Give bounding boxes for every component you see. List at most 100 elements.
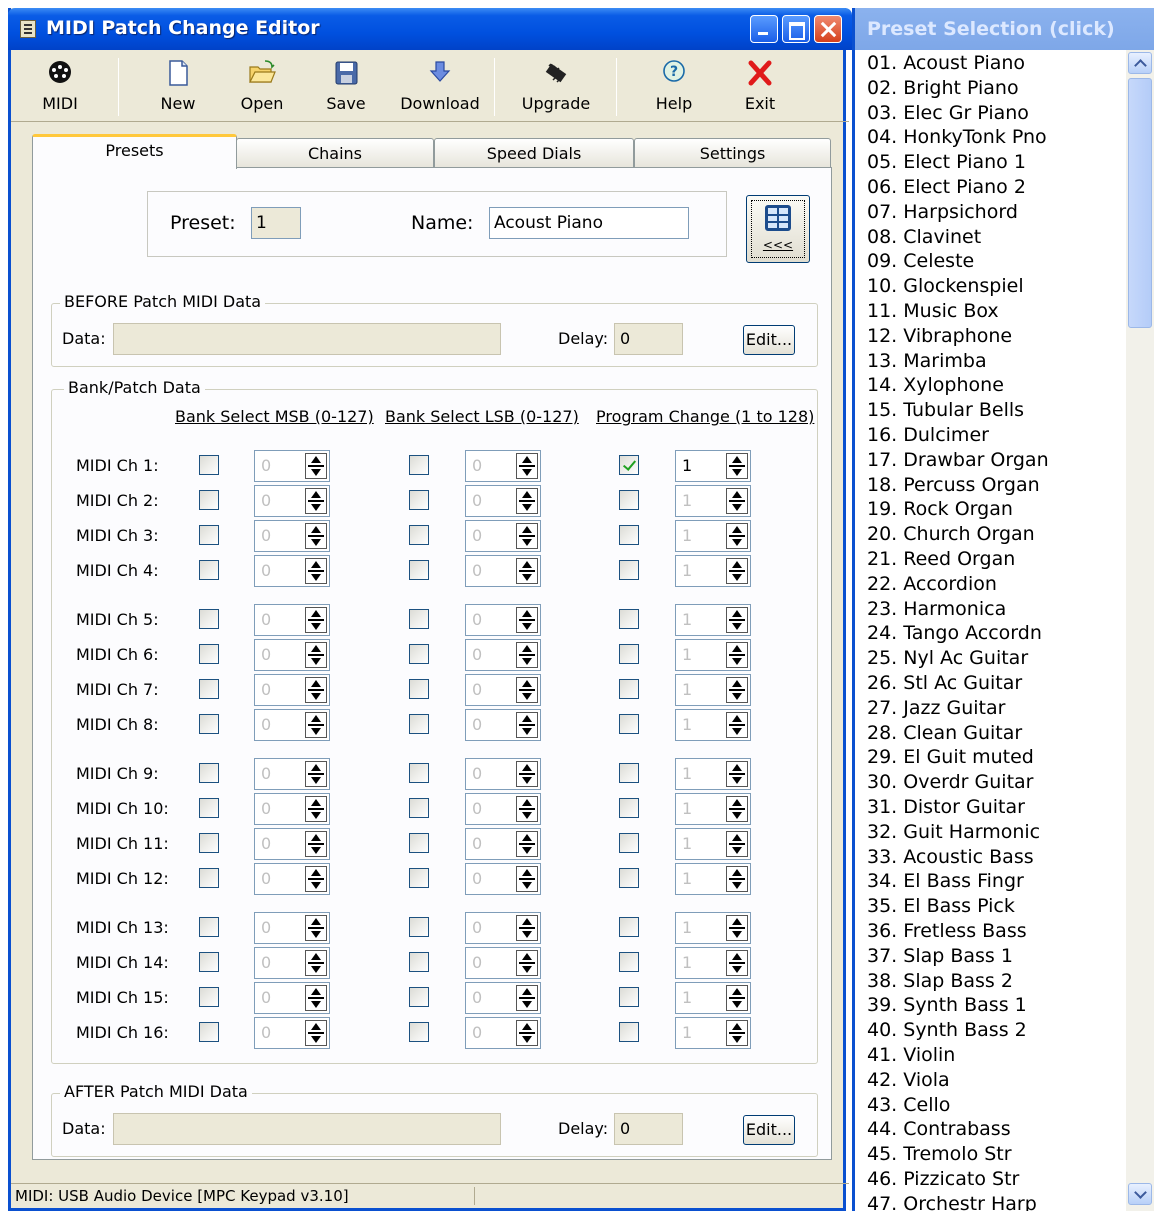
preset-list-item[interactable]: 33. Acoustic Bass [867, 846, 1034, 868]
spin-up-down-icon[interactable] [726, 607, 748, 633]
before-data-field[interactable] [113, 323, 501, 355]
spin-up-down-icon[interactable] [726, 831, 748, 857]
lsb-enable-checkbox[interactable] [409, 868, 429, 888]
tab-speed-dials[interactable]: Speed Dials [434, 138, 634, 168]
program-change-checkbox[interactable] [619, 763, 639, 783]
lsb-spinner[interactable]: 0 [465, 828, 541, 860]
lsb-spinner[interactable]: 0 [465, 604, 541, 636]
spin-up-down-icon[interactable] [516, 677, 538, 703]
spin-up-down-icon[interactable] [516, 642, 538, 668]
program-change-checkbox[interactable] [619, 609, 639, 629]
program-change-checkbox[interactable] [619, 868, 639, 888]
spin-up-down-icon[interactable] [305, 796, 327, 822]
preset-list-item[interactable]: 38. Slap Bass 2 [867, 970, 1013, 992]
save-button[interactable]: Save [311, 52, 381, 118]
spin-up-down-icon[interactable] [726, 488, 748, 514]
preset-list-item[interactable]: 12. Vibraphone [867, 325, 1012, 347]
lsb-enable-checkbox[interactable] [409, 525, 429, 545]
spin-up-down-icon[interactable] [305, 712, 327, 738]
lsb-spinner[interactable]: 0 [465, 912, 541, 944]
preset-list-item[interactable]: 13. Marimba [867, 350, 987, 372]
program-change-checkbox[interactable] [619, 490, 639, 510]
preset-list-item[interactable]: 40. Synth Bass 2 [867, 1019, 1027, 1041]
lsb-spinner[interactable]: 0 [465, 450, 541, 482]
lsb-enable-checkbox[interactable] [409, 917, 429, 937]
midi-button[interactable]: MIDI [25, 52, 95, 118]
spin-up-down-icon[interactable] [726, 761, 748, 787]
program-change-spinner[interactable]: 1 [675, 485, 751, 517]
msb-spinner[interactable]: 0 [254, 793, 330, 825]
msb-spinner[interactable]: 0 [254, 674, 330, 706]
maximize-button[interactable] [782, 15, 810, 43]
msb-spinner[interactable]: 0 [254, 520, 330, 552]
spin-up-down-icon[interactable] [516, 761, 538, 787]
spin-up-down-icon[interactable] [305, 642, 327, 668]
preset-list-item[interactable]: 11. Music Box [867, 300, 999, 322]
program-change-checkbox[interactable] [619, 987, 639, 1007]
lsb-enable-checkbox[interactable] [409, 714, 429, 734]
spin-up-down-icon[interactable] [726, 677, 748, 703]
preset-list-item[interactable]: 06. Elect Piano 2 [867, 176, 1026, 198]
preset-list-item[interactable]: 23. Harmonica [867, 598, 1006, 620]
lsb-spinner[interactable]: 0 [465, 982, 541, 1014]
program-change-checkbox[interactable] [619, 714, 639, 734]
lsb-spinner[interactable]: 0 [465, 758, 541, 790]
spin-up-down-icon[interactable] [726, 523, 748, 549]
spin-up-down-icon[interactable] [516, 985, 538, 1011]
spin-up-down-icon[interactable] [516, 523, 538, 549]
lsb-spinner[interactable]: 0 [465, 485, 541, 517]
tab-presets[interactable]: Presets [32, 134, 237, 169]
lsb-enable-checkbox[interactable] [409, 952, 429, 972]
lsb-spinner[interactable]: 0 [465, 1017, 541, 1049]
lsb-enable-checkbox[interactable] [409, 1022, 429, 1042]
title-bar[interactable]: MIDI Patch Change Editor [8, 8, 852, 50]
lsb-spinner[interactable]: 0 [465, 863, 541, 895]
msb-enable-checkbox[interactable] [199, 679, 219, 699]
preset-list-item[interactable]: 31. Distor Guitar [867, 796, 1025, 818]
msb-enable-checkbox[interactable] [199, 952, 219, 972]
msb-enable-checkbox[interactable] [199, 525, 219, 545]
preset-list-item[interactable]: 02. Bright Piano [867, 77, 1019, 99]
program-change-checkbox[interactable] [619, 798, 639, 818]
preset-list-item[interactable]: 44. Contrabass [867, 1118, 1011, 1140]
lsb-spinner[interactable]: 0 [465, 709, 541, 741]
preset-list-item[interactable]: 19. Rock Organ [867, 498, 1013, 520]
preset-list-item[interactable]: 42. Viola [867, 1069, 950, 1091]
program-change-spinner[interactable]: 1 [675, 793, 751, 825]
preset-list-item[interactable]: 04. HonkyTonk Pno [867, 126, 1047, 148]
lsb-enable-checkbox[interactable] [409, 798, 429, 818]
spin-up-down-icon[interactable] [726, 453, 748, 479]
preset-list-item[interactable]: 16. Dulcimer [867, 424, 989, 446]
msb-enable-checkbox[interactable] [199, 490, 219, 510]
upgrade-button[interactable]: Upgrade [516, 52, 596, 118]
preset-list-item[interactable]: 24. Tango Accordn [867, 622, 1042, 644]
preset-list-item[interactable]: 47. Orchestr Harp [867, 1193, 1037, 1211]
msb-spinner[interactable]: 0 [254, 982, 330, 1014]
lsb-enable-checkbox[interactable] [409, 490, 429, 510]
preset-list-item[interactable]: 41. Violin [867, 1044, 955, 1066]
program-change-spinner[interactable]: 1 [675, 1017, 751, 1049]
spin-up-down-icon[interactable] [516, 950, 538, 976]
spin-up-down-icon[interactable] [305, 985, 327, 1011]
msb-spinner[interactable]: 0 [254, 555, 330, 587]
lsb-enable-checkbox[interactable] [409, 560, 429, 580]
program-change-spinner[interactable]: 1 [675, 450, 751, 482]
after-delay-field[interactable]: 0 [614, 1113, 683, 1145]
preset-list-item[interactable]: 32. Guit Harmonic [867, 821, 1040, 843]
preset-list-item[interactable]: 30. Overdr Guitar [867, 771, 1033, 793]
tab-chains[interactable]: Chains [236, 138, 434, 168]
spin-up-down-icon[interactable] [305, 558, 327, 584]
spin-up-down-icon[interactable] [516, 915, 538, 941]
preset-list-item[interactable]: 07. Harpsichord [867, 201, 1018, 223]
msb-enable-checkbox[interactable] [199, 868, 219, 888]
scroll-up-arrow-icon[interactable] [1128, 52, 1152, 74]
preset-list-item[interactable]: 26. Stl Ac Guitar [867, 672, 1022, 694]
msb-spinner[interactable]: 0 [254, 947, 330, 979]
spin-up-down-icon[interactable] [726, 950, 748, 976]
msb-spinner[interactable]: 0 [254, 863, 330, 895]
before-edit-button[interactable]: Edit... [743, 325, 795, 355]
program-change-checkbox[interactable] [619, 952, 639, 972]
spin-up-down-icon[interactable] [305, 866, 327, 892]
preset-list-scrollbar[interactable] [1126, 50, 1154, 1211]
lsb-spinner[interactable]: 0 [465, 793, 541, 825]
